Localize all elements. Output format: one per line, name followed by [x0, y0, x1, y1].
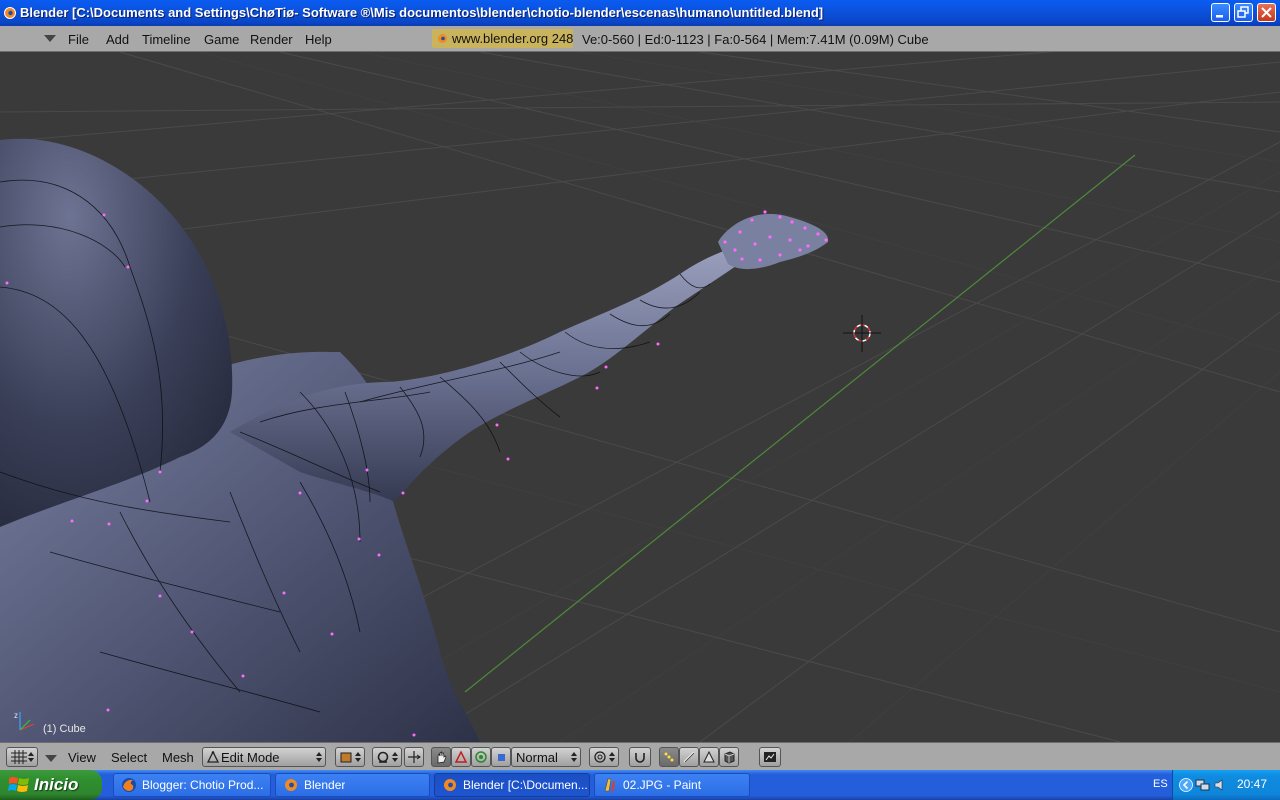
edge-select-icon: [683, 751, 695, 763]
taskbar-item-blender-2[interactable]: Blender [C:\Documen...: [434, 773, 590, 797]
firefox-icon: [122, 778, 136, 792]
taskbar-item-label: Blogger: Chotio Prod...: [142, 778, 264, 792]
blender-icon: [444, 779, 456, 791]
proportional-icon: [594, 751, 606, 763]
updown-arrows-icon: [28, 752, 34, 762]
menu-render[interactable]: Render: [250, 32, 293, 47]
face-select-button[interactable]: [699, 747, 719, 767]
transform-orientation-icon-button[interactable]: [491, 747, 511, 767]
updown-arrows-icon: [316, 752, 322, 762]
mode-value: Edit Mode: [221, 750, 280, 765]
clock[interactable]: 20:47: [1237, 777, 1267, 791]
draw-type-dropdown[interactable]: [335, 747, 365, 767]
face-select-icon: [703, 750, 715, 763]
circle-icon: [475, 751, 487, 763]
maximize-button[interactable]: [1234, 3, 1253, 22]
close-button[interactable]: [1257, 3, 1276, 22]
scene-stats: Ve:0-560 | Ed:0-1123 | Fa:0-564 | Mem:7.…: [582, 32, 929, 47]
network-icon[interactable]: [1195, 778, 1211, 792]
system-tray: 20:47: [1172, 770, 1280, 800]
viewport-scene: z: [0, 52, 1280, 742]
render-preview-button[interactable]: [759, 747, 781, 767]
edge-select-button[interactable]: [679, 747, 699, 767]
orientation-dropdown[interactable]: Normal: [511, 747, 581, 767]
minimize-icon: [1216, 15, 1223, 18]
updown-arrows-icon: [571, 752, 577, 762]
menu-timeline[interactable]: Timeline: [142, 32, 191, 47]
grid-icon: [11, 750, 27, 764]
3d-view-header: View Select Mesh Edit Mode Normal: [0, 742, 1280, 770]
square-icon: [498, 754, 505, 761]
menu-view[interactable]: View: [68, 750, 96, 765]
vertex-select-button[interactable]: [659, 747, 679, 767]
volume-icon[interactable]: [1213, 778, 1227, 792]
blender-icon: [438, 34, 447, 43]
collapse-triangle-icon[interactable]: [44, 35, 56, 43]
hand-icon: [437, 751, 447, 764]
menu-select[interactable]: Select: [111, 750, 147, 765]
version-text: www.blender.org 248: [452, 31, 574, 46]
orientation-value: Normal: [516, 750, 558, 765]
manipulator-toggle[interactable]: [404, 747, 424, 767]
blender-icon: [4, 7, 16, 19]
pivot-icon: [377, 751, 389, 763]
menu-file[interactable]: File: [68, 32, 89, 47]
3d-viewport[interactable]: z (1) Cube: [0, 52, 1280, 742]
updown-arrows-icon: [609, 752, 615, 762]
paint-icon: [604, 778, 615, 792]
taskbar-item-label: 02.JPG - Paint: [623, 778, 702, 792]
proportional-edit-dropdown[interactable]: [589, 747, 619, 767]
pivot-dropdown[interactable]: [372, 747, 402, 767]
mode-dropdown[interactable]: Edit Mode: [202, 747, 326, 767]
taskbar-item-label: Blender: [304, 778, 346, 792]
scale-manipulator-button[interactable]: [471, 747, 491, 767]
manipulator-icon: [408, 751, 421, 763]
taskbar-item-label: Blender [C:\Documen...: [463, 778, 588, 792]
window-titlebar: Blender [C:\Documents and Settings\ChøTi…: [0, 0, 1280, 26]
windows-taskbar: Inicio Blogger: Chotio Prod... Blender B…: [0, 770, 1280, 800]
blender-menubar: File Add Timeline Game Render Help www.b…: [0, 26, 1280, 52]
triangle-icon: [454, 750, 468, 763]
vertex-select-icon: [664, 752, 674, 762]
blender-icon: [285, 779, 297, 791]
menu-mesh[interactable]: Mesh: [162, 750, 194, 765]
edit-mode-icon: [207, 751, 219, 763]
version-box[interactable]: www.blender.org 248: [432, 29, 573, 48]
occlude-geometry-toggle[interactable]: [719, 747, 739, 767]
minimize-button[interactable]: [1211, 3, 1230, 22]
cube-icon: [724, 751, 735, 764]
collapse-triangle-icon[interactable]: [45, 755, 57, 763]
snap-toggle[interactable]: [629, 747, 651, 767]
menu-help[interactable]: Help: [305, 32, 332, 47]
start-label: Inicio: [34, 775, 79, 794]
3d-cursor: [843, 315, 881, 352]
close-icon: [1261, 7, 1272, 18]
taskbar-item-blender-1[interactable]: Blender: [275, 773, 430, 797]
window-type-selector[interactable]: [6, 747, 38, 767]
active-object-label: (1) Cube: [43, 723, 86, 735]
window-title: Blender [C:\Documents and Settings\ChøTi…: [20, 5, 824, 20]
restore-icon: [1237, 6, 1249, 18]
updown-arrows-icon: [392, 752, 398, 762]
start-button[interactable]: Inicio: [0, 770, 102, 800]
magnet-icon: [635, 753, 645, 763]
taskbar-item-paint[interactable]: 02.JPG - Paint: [594, 773, 750, 797]
updown-arrows-icon: [355, 752, 361, 762]
language-indicator[interactable]: ES: [1153, 778, 1168, 790]
svg-text:z: z: [14, 711, 18, 720]
taskbar-item-blogger[interactable]: Blogger: Chotio Prod...: [113, 773, 271, 797]
menu-game[interactable]: Game: [204, 32, 239, 47]
rotate-manipulator-button[interactable]: [451, 747, 471, 767]
solid-cube-icon: [340, 752, 352, 763]
menu-add[interactable]: Add: [106, 32, 129, 47]
windows-logo-icon: [8, 777, 29, 792]
render-image-icon: [764, 752, 776, 762]
tray-expand-icon[interactable]: [1179, 778, 1193, 792]
translate-manipulator-button[interactable]: [431, 747, 451, 767]
